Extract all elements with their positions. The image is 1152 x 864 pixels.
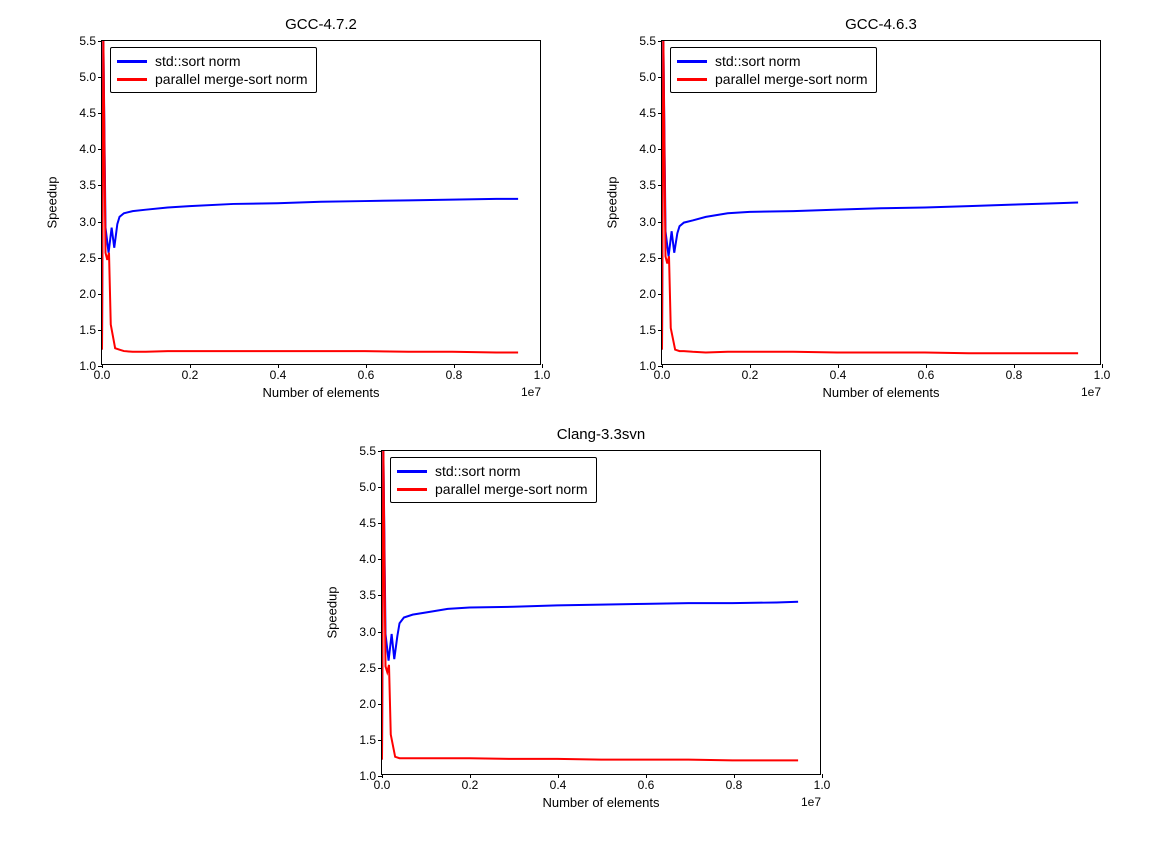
x-tick-label: 0.6 xyxy=(358,368,375,382)
chart-gcc472: GCC-4.7.2SpeedupNumber of elements1e71.0… xyxy=(16,10,576,420)
chart-title: GCC-4.6.3 xyxy=(661,16,1101,33)
bottom-row: Clang-3.3svnSpeedupNumber of elements1e7… xyxy=(0,420,1152,830)
x-tick-label: 1.0 xyxy=(1094,368,1111,382)
y-tick-label: 2.5 xyxy=(359,661,376,675)
x-tick-label: 0.8 xyxy=(726,778,743,792)
legend-entry: parallel merge-sort norm xyxy=(677,70,868,88)
top-row: GCC-4.7.2SpeedupNumber of elements1e71.0… xyxy=(0,10,1152,420)
x-tick-label: 1.0 xyxy=(534,368,551,382)
legend-entry: std::sort norm xyxy=(677,52,868,70)
y-tick-label: 5.0 xyxy=(79,70,96,84)
legend-swatch xyxy=(677,78,707,81)
x-tick-label: 0.6 xyxy=(638,778,655,792)
legend-label: std::sort norm xyxy=(715,53,801,69)
y-tick-label: 4.5 xyxy=(639,106,656,120)
chart-title: GCC-4.7.2 xyxy=(101,16,541,33)
plot-area: 1.01.52.02.53.03.54.04.55.05.50.00.20.40… xyxy=(381,450,821,775)
y-tick-label: 2.0 xyxy=(639,287,656,301)
legend-label: parallel merge-sort norm xyxy=(155,71,308,87)
x-axis-label: Number of elements xyxy=(101,385,541,400)
y-tick-label: 2.5 xyxy=(639,251,656,265)
y-tick-label: 5.5 xyxy=(639,34,656,48)
y-tick-label: 2.0 xyxy=(359,697,376,711)
legend-label: std::sort norm xyxy=(155,53,241,69)
chart-title: Clang-3.3svn xyxy=(381,426,821,443)
chart-grid: GCC-4.7.2SpeedupNumber of elements1e71.0… xyxy=(0,0,1152,830)
legend-swatch xyxy=(117,78,147,81)
x-axis-exponent: 1e7 xyxy=(521,385,541,399)
legend-label: std::sort norm xyxy=(435,463,521,479)
legend-label: parallel merge-sort norm xyxy=(435,481,588,497)
x-tick-label: 0.8 xyxy=(1006,368,1023,382)
x-tick-label: 0.0 xyxy=(374,778,391,792)
x-tick-label: 0.4 xyxy=(270,368,287,382)
chart-gcc463: GCC-4.6.3SpeedupNumber of elements1e71.0… xyxy=(576,10,1136,420)
y-tick-label: 3.5 xyxy=(639,178,656,192)
plot-area: 1.01.52.02.53.03.54.04.55.05.50.00.20.40… xyxy=(661,40,1101,365)
y-tick-label: 4.0 xyxy=(359,552,376,566)
legend: std::sort normparallel merge-sort norm xyxy=(390,457,597,503)
x-tick-label: 0.2 xyxy=(742,368,759,382)
y-tick-label: 5.0 xyxy=(359,480,376,494)
legend-entry: parallel merge-sort norm xyxy=(397,480,588,498)
legend-entry: std::sort norm xyxy=(397,462,588,480)
x-tick-label: 0.0 xyxy=(654,368,671,382)
legend-swatch xyxy=(677,60,707,63)
legend-swatch xyxy=(397,488,427,491)
x-axis-exponent: 1e7 xyxy=(1081,385,1101,399)
y-tick-label: 2.0 xyxy=(79,287,96,301)
y-tick-label: 3.0 xyxy=(359,625,376,639)
y-tick-label: 3.5 xyxy=(79,178,96,192)
y-tick-label: 1.5 xyxy=(79,323,96,337)
x-tick-label: 0.6 xyxy=(918,368,935,382)
legend-entry: std::sort norm xyxy=(117,52,308,70)
legend-swatch xyxy=(397,470,427,473)
x-tick-label: 0.4 xyxy=(830,368,847,382)
y-tick-label: 4.0 xyxy=(79,142,96,156)
chart-clang33svn: Clang-3.3svnSpeedupNumber of elements1e7… xyxy=(296,420,856,830)
y-tick-label: 1.5 xyxy=(359,733,376,747)
y-tick-label: 2.5 xyxy=(79,251,96,265)
x-tick-label: 0.2 xyxy=(462,778,479,792)
y-tick-label: 3.5 xyxy=(359,588,376,602)
y-tick-label: 5.5 xyxy=(79,34,96,48)
x-tick-label: 0.4 xyxy=(550,778,567,792)
x-axis-label: Number of elements xyxy=(661,385,1101,400)
y-tick-label: 4.5 xyxy=(359,516,376,530)
y-tick-label: 3.0 xyxy=(639,215,656,229)
legend-label: parallel merge-sort norm xyxy=(715,71,868,87)
y-tick-label: 5.5 xyxy=(359,444,376,458)
legend-swatch xyxy=(117,60,147,63)
y-tick-label: 4.0 xyxy=(639,142,656,156)
x-axis-exponent: 1e7 xyxy=(801,795,821,809)
x-axis-label: Number of elements xyxy=(381,795,821,810)
x-tick-label: 1.0 xyxy=(814,778,831,792)
y-tick-label: 3.0 xyxy=(79,215,96,229)
y-tick-label: 5.0 xyxy=(639,70,656,84)
legend-entry: parallel merge-sort norm xyxy=(117,70,308,88)
y-tick-label: 4.5 xyxy=(79,106,96,120)
y-tick-label: 1.5 xyxy=(639,323,656,337)
x-tick-label: 0.8 xyxy=(446,368,463,382)
x-tick-label: 0.0 xyxy=(94,368,111,382)
legend: std::sort normparallel merge-sort norm xyxy=(110,47,317,93)
x-tick-label: 0.2 xyxy=(182,368,199,382)
legend: std::sort normparallel merge-sort norm xyxy=(670,47,877,93)
